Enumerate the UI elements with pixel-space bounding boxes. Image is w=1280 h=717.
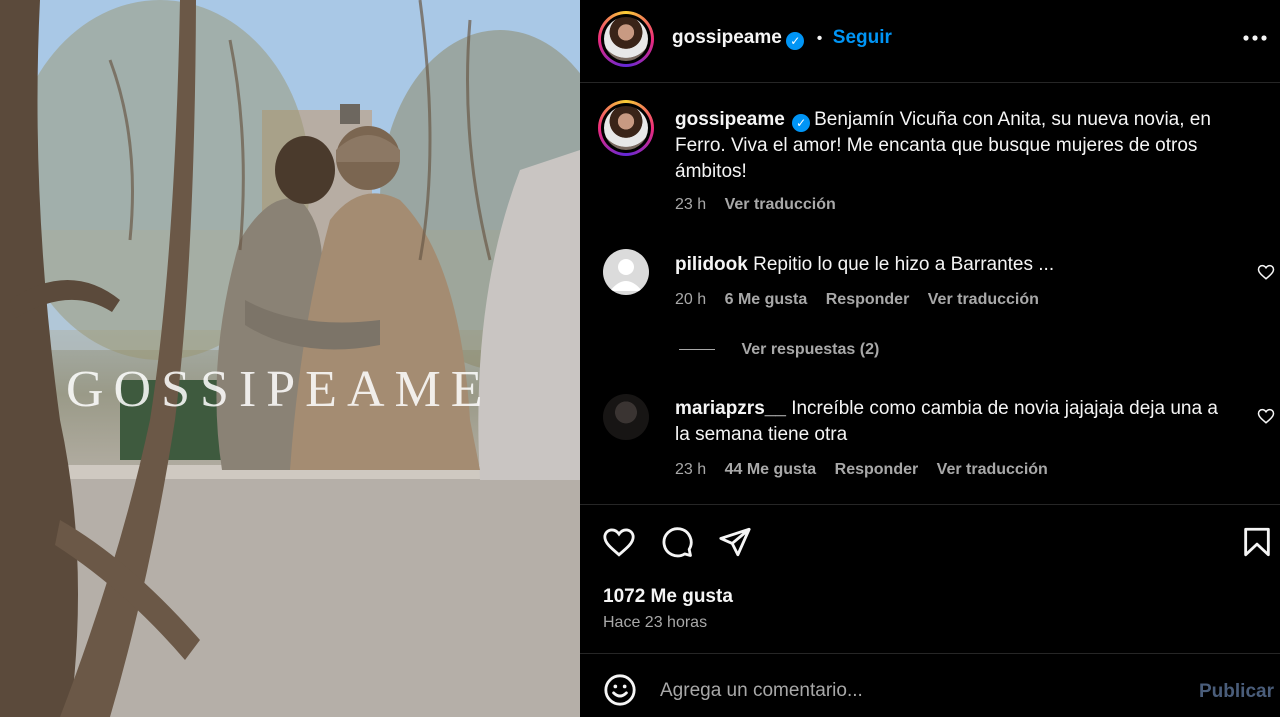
comment-box: Publicar (580, 654, 1280, 717)
verified-badge-icon: ✓ (786, 32, 805, 50)
comment-translate-link[interactable]: Ver traducción (928, 291, 1039, 308)
follow-button[interactable]: Seguir (833, 27, 892, 48)
caption-avatar[interactable] (598, 100, 654, 156)
reply-button[interactable]: Responder (826, 291, 910, 308)
more-options-icon[interactable] (1242, 28, 1268, 48)
header-separator: • (816, 30, 823, 47)
comment-time[interactable]: 20 h (675, 291, 706, 308)
heart-icon[interactable] (602, 525, 636, 564)
reply-button[interactable]: Responder (835, 461, 919, 478)
author-avatar[interactable] (598, 11, 654, 67)
send-icon[interactable] (718, 525, 752, 564)
comment-input[interactable] (658, 674, 1182, 708)
post-photo (0, 0, 580, 717)
author-username[interactable]: gossipeame (672, 27, 782, 48)
comment-like-heart-icon[interactable] (1257, 407, 1275, 425)
comment-text: Repitio lo que le hizo a Barrantes ... (753, 254, 1055, 275)
verified-badge-icon: ✓ (792, 114, 811, 132)
likes-count[interactable]: 1072 Me gusta (603, 586, 733, 608)
comment-translate-link[interactable]: Ver traducción (937, 461, 1048, 478)
comment-username[interactable]: pilidook (675, 254, 748, 275)
comment-username[interactable]: mariapzrs__ (675, 398, 786, 419)
post-header: gossipeame ✓ • Seguir (580, 0, 1280, 82)
replies-line (679, 349, 715, 351)
commenter-avatar[interactable] (603, 394, 649, 440)
post-time[interactable]: Hace 23 horas (603, 614, 707, 632)
action-bar (580, 505, 1280, 575)
watermark: GOSSIPEAME (66, 361, 493, 418)
comment-likes[interactable]: 6 Me gusta (725, 291, 808, 308)
post-image[interactable]: GOSSIPEAME (0, 0, 580, 717)
view-replies-label: Ver respuestas (2) (741, 341, 880, 358)
comment-icon[interactable] (660, 525, 694, 564)
post-sidebar: gossipeame ✓ • Seguir gossipeame ✓ Benjam… (580, 0, 1280, 717)
comments-section[interactable]: gossipeame ✓ Benjamín Vicuña con Anita, s… (580, 83, 1280, 503)
bookmark-icon[interactable] (1240, 525, 1274, 564)
caption-username[interactable]: gossipeame (675, 109, 785, 130)
emoji-icon[interactable] (603, 673, 637, 712)
comment-time[interactable]: 23 h (675, 461, 706, 478)
caption-time[interactable]: 23 h (675, 196, 706, 213)
view-replies-button[interactable]: Ver respuestas (2) (679, 341, 879, 359)
commenter-avatar[interactable] (603, 249, 649, 295)
publish-button[interactable]: Publicar (1199, 681, 1274, 703)
comment-likes[interactable]: 44 Me gusta (725, 461, 817, 478)
comment-like-heart-icon[interactable] (1257, 263, 1275, 281)
caption-translate-link[interactable]: Ver traducción (725, 196, 836, 213)
